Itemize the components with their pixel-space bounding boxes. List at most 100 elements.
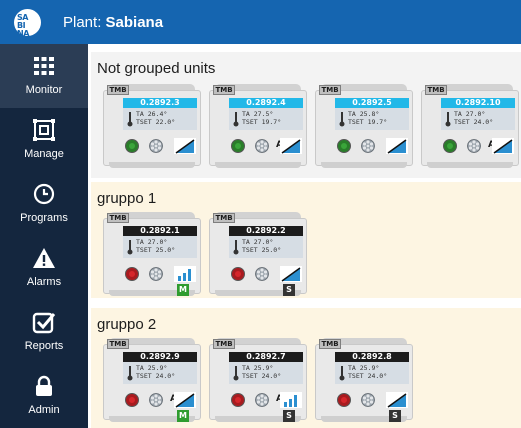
- top-bar: SA BI NA Plant: Sabiana: [0, 0, 521, 44]
- group-gruppo-2: gruppo 2 TMB 0.2892.9 TA 25.9° TSET 24.0° A M…: [91, 308, 521, 428]
- group-not-grouped: Not grouped units TMB 0.2892.3 TA 26.4° TSE…: [91, 52, 521, 178]
- unit-id: 0.2892.10: [441, 98, 515, 108]
- ambient-temperature: TA 25.9°: [136, 364, 168, 372]
- tmb-badge: TMB: [425, 85, 447, 95]
- plant-name: Sabiana: [105, 14, 164, 31]
- plant-title: Plant: Sabiana: [63, 14, 163, 31]
- nav-reports-label: Reports: [24, 340, 64, 352]
- nav-alarms[interactable]: Alarms: [0, 236, 88, 300]
- tmb-badge: TMB: [213, 213, 235, 223]
- thermometer-icon: [233, 366, 239, 381]
- tmb-badge: TMB: [213, 85, 235, 95]
- ambient-temperature: TA 25.9°: [348, 364, 380, 372]
- manage-icon: [33, 119, 55, 141]
- nav-admin[interactable]: Admin: [0, 364, 88, 428]
- unit-card[interactable]: TMB 0.2892.2 TA 27.0° TSET 25.0° S: [209, 210, 307, 298]
- unit-card[interactable]: TMB 0.2892.10 TA 27.0° TSET 24.0° A: [421, 82, 519, 170]
- nav-monitor[interactable]: Monitor: [0, 44, 88, 108]
- warning-icon: [33, 248, 55, 268]
- thermometer-icon: [127, 112, 133, 127]
- fan-speed-ramp-icon[interactable]: [174, 138, 196, 154]
- set-temperature: TSET 25.0°: [242, 246, 282, 254]
- set-temperature: TSET 24.0°: [136, 372, 176, 380]
- unit-id: 0.2892.7: [229, 352, 303, 362]
- ambient-temperature: TA 27.0°: [242, 238, 274, 246]
- ambient-temperature: TA 27.5°: [242, 110, 274, 118]
- brand-logo[interactable]: SA BI NA: [14, 9, 41, 38]
- fan-icon[interactable]: [255, 139, 269, 153]
- fan-icon[interactable]: [149, 393, 163, 407]
- mode-badge: M: [177, 410, 189, 422]
- fan-icon[interactable]: [255, 393, 269, 407]
- mode-badge: S: [283, 284, 295, 296]
- thermometer-icon: [233, 112, 239, 127]
- monitor-panel: Not grouped units TMB 0.2892.3 TA 26.4° TSE…: [88, 44, 521, 428]
- group-title: gruppo 1: [97, 190, 157, 207]
- fan-speed-ramp-icon[interactable]: [280, 138, 302, 154]
- nav-programs[interactable]: Programs: [0, 172, 88, 236]
- unit-id: 0.2892.1: [123, 226, 197, 236]
- tmb-badge: TMB: [107, 85, 129, 95]
- unit-card[interactable]: TMB 0.2892.7 TA 25.9° TSET 24.0° A S: [209, 336, 307, 424]
- power-button-icon[interactable]: [231, 139, 245, 153]
- power-button-icon[interactable]: [337, 393, 351, 407]
- group-title: Not grouped units: [97, 60, 216, 77]
- tmb-badge: TMB: [107, 339, 129, 349]
- unit-id: 0.2892.2: [229, 226, 303, 236]
- power-button-icon[interactable]: [231, 267, 245, 281]
- plant-label: Plant:: [63, 14, 102, 31]
- set-temperature: TSET 19.7°: [242, 118, 282, 126]
- unit-id: 0.2892.8: [335, 352, 409, 362]
- power-button-icon[interactable]: [125, 267, 139, 281]
- logo-text: SA BI NA: [17, 13, 29, 38]
- unit-card[interactable]: TMB 0.2892.9 TA 25.9° TSET 24.0° A M: [103, 336, 201, 424]
- fan-icon[interactable]: [255, 267, 269, 281]
- ambient-temperature: TA 27.0°: [136, 238, 168, 246]
- fan-icon[interactable]: [361, 139, 375, 153]
- fan-speed-ramp-icon[interactable]: [386, 138, 408, 154]
- set-temperature: TSET 19.7°: [348, 118, 388, 126]
- group-title: gruppo 2: [97, 316, 157, 333]
- nav-admin-label: Admin: [28, 404, 60, 416]
- fan-speed-ramp-icon[interactable]: [386, 392, 408, 408]
- set-temperature: TSET 22.0°: [136, 118, 176, 126]
- power-button-icon[interactable]: [231, 393, 245, 407]
- tmb-badge: TMB: [107, 213, 129, 223]
- set-temperature: TSET 25.0°: [136, 246, 176, 254]
- power-button-icon[interactable]: [125, 393, 139, 407]
- unit-card[interactable]: TMB 0.2892.5 TA 25.8° TSET 19.7°: [315, 82, 413, 170]
- unit-card[interactable]: TMB 0.2892.1 TA 27.0° TSET 25.0° M: [103, 210, 201, 298]
- power-button-icon[interactable]: [337, 139, 351, 153]
- power-button-icon[interactable]: [443, 139, 457, 153]
- fan-icon[interactable]: [467, 139, 481, 153]
- unit-card[interactable]: TMB 0.2892.8 TA 25.9° TSET 24.0° S: [315, 336, 413, 424]
- fan-icon[interactable]: [149, 267, 163, 281]
- nav-manage[interactable]: Manage: [0, 108, 88, 172]
- unit-id: 0.2892.5: [335, 98, 409, 108]
- set-temperature: TSET 24.0°: [348, 372, 388, 380]
- unit-card[interactable]: TMB 0.2892.3 TA 26.4° TSET 22.0°: [103, 82, 201, 170]
- nav-reports[interactable]: Reports: [0, 300, 88, 364]
- mode-badge: M: [177, 284, 189, 296]
- unit-bottom-cap: [215, 162, 301, 168]
- thermometer-icon: [445, 112, 451, 127]
- fan-icon[interactable]: [149, 139, 163, 153]
- fan-icon[interactable]: [361, 393, 375, 407]
- power-button-icon[interactable]: [125, 139, 139, 153]
- ambient-temperature: TA 25.9°: [242, 364, 274, 372]
- fan-speed-bars-icon[interactable]: [174, 266, 196, 282]
- ambient-temperature: TA 25.8°: [348, 110, 380, 118]
- fan-speed-ramp-icon[interactable]: [280, 266, 302, 282]
- ambient-temperature: TA 27.0°: [454, 110, 486, 118]
- fan-speed-ramp-icon[interactable]: [174, 392, 196, 408]
- unit-card[interactable]: TMB 0.2892.4 TA 27.5° TSET 19.7° A: [209, 82, 307, 170]
- clock-icon: [33, 183, 55, 205]
- unit-id: 0.2892.4: [229, 98, 303, 108]
- fan-speed-bars-icon[interactable]: [280, 392, 302, 408]
- ambient-temperature: TA 26.4°: [136, 110, 168, 118]
- thermometer-icon: [339, 112, 345, 127]
- fan-speed-ramp-icon[interactable]: [492, 138, 514, 154]
- mode-badge: S: [389, 410, 401, 422]
- tmb-badge: TMB: [213, 339, 235, 349]
- thermometer-icon: [127, 366, 133, 381]
